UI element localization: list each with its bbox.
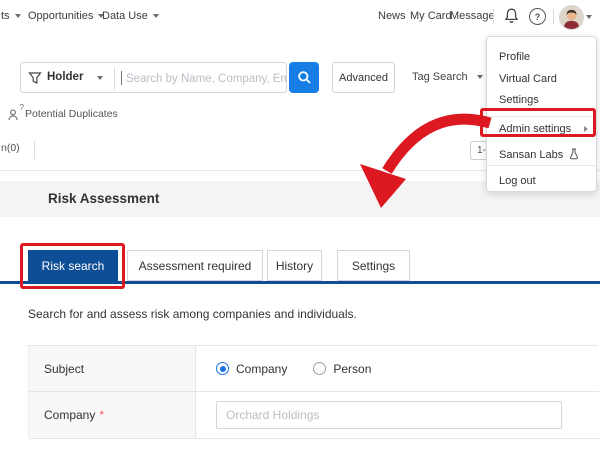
tag-search-button[interactable]: Tag Search xyxy=(412,71,483,83)
divider xyxy=(493,9,494,24)
card-search-box: Holder xyxy=(20,62,288,93)
help-glyph: ? xyxy=(534,11,541,22)
admin-settings-highlight-box xyxy=(480,108,596,137)
nav-item-label: Opportunities xyxy=(28,10,94,22)
form-row-company: Company * xyxy=(29,392,599,439)
company-label: Company * xyxy=(29,392,196,438)
menu-item-log-out[interactable]: Log out xyxy=(499,175,536,187)
tab-label: Assessment required xyxy=(138,258,252,273)
nav-item-my-card[interactable]: My Card xyxy=(410,10,452,22)
notifications-bell-icon[interactable] xyxy=(503,7,520,30)
nav-item-label: News xyxy=(378,10,406,22)
list-tab-label: n(0) xyxy=(1,142,20,154)
tab-history[interactable]: History xyxy=(267,250,322,281)
tab-label: Settings xyxy=(351,258,396,273)
menu-item-sansan-labs[interactable]: Sansan Labs xyxy=(499,148,579,161)
subject-label: Subject xyxy=(29,346,196,391)
pagination-text: 1- xyxy=(477,145,486,156)
chevron-down-icon xyxy=(476,75,483,80)
flask-icon xyxy=(570,148,579,160)
question-glyph: ? xyxy=(19,103,24,112)
radio-person-label[interactable]: Person xyxy=(333,362,371,376)
form-row-subject: Subject Company Person xyxy=(29,346,599,392)
potential-duplicates-link[interactable]: ? Potential Duplicates xyxy=(8,103,118,121)
required-asterisk: * xyxy=(99,408,105,422)
chevron-down-icon[interactable] xyxy=(97,76,103,80)
nav-item-label: Message xyxy=(450,10,495,22)
menu-item-label: Profile xyxy=(499,51,531,63)
menu-divider xyxy=(487,165,598,166)
text-cursor xyxy=(121,71,122,85)
nav-item-message[interactable]: Message xyxy=(450,10,495,22)
menu-item-label: Settings xyxy=(499,94,539,106)
menu-item-label: Log out xyxy=(499,175,536,187)
search-button[interactable] xyxy=(289,62,319,93)
radio-person[interactable] xyxy=(313,362,327,375)
page-description: Search for and assess risk among compani… xyxy=(28,307,357,321)
tag-search-label: Tag Search xyxy=(412,71,468,83)
avatar[interactable] xyxy=(559,5,584,30)
holder-filter-label[interactable]: Holder xyxy=(47,71,83,83)
divider xyxy=(114,67,115,90)
radio-company[interactable] xyxy=(216,362,229,375)
chevron-down-icon xyxy=(14,14,21,19)
radio-company-label[interactable]: Company xyxy=(236,362,287,376)
divider xyxy=(553,9,554,24)
nav-item-label: My Card xyxy=(410,10,452,22)
risk-search-form: Subject Company Person Company * xyxy=(28,345,599,439)
help-icon[interactable]: ? xyxy=(529,8,546,25)
company-name-input[interactable] xyxy=(216,401,562,429)
nav-item-opportunities[interactable]: Opportunities xyxy=(28,10,105,22)
menu-item-label: Virtual Card xyxy=(499,73,557,85)
top-nav: ts Opportunities Data Use News My Card M… xyxy=(0,0,600,33)
company-label-text: Company xyxy=(44,408,96,422)
tab-settings[interactable]: Settings xyxy=(337,250,410,281)
menu-item-virtual-card[interactable]: Virtual Card xyxy=(499,73,557,85)
search-icon xyxy=(297,71,311,84)
advanced-label: Advanced xyxy=(339,71,388,84)
chevron-down-icon xyxy=(152,14,159,19)
tab-assessment-required[interactable]: Assessment required xyxy=(127,250,263,281)
advanced-search-button[interactable]: Advanced xyxy=(332,62,395,93)
menu-item-settings[interactable]: Settings xyxy=(499,94,539,106)
nav-item-news[interactable]: News xyxy=(378,10,406,22)
potential-duplicates-icon: ? xyxy=(8,103,24,121)
menu-item-profile[interactable]: Profile xyxy=(499,51,530,63)
nav-item-label: Data Use xyxy=(102,10,148,22)
potential-duplicates-label: Potential Duplicates xyxy=(25,107,118,120)
list-tab-cutoff[interactable]: n(0) xyxy=(1,142,20,154)
page-title: Risk Assessment xyxy=(48,191,160,206)
nav-item-label: ts xyxy=(1,10,10,22)
search-input[interactable] xyxy=(124,64,288,93)
filter-funnel-icon xyxy=(28,72,42,84)
chevron-down-icon[interactable] xyxy=(586,15,592,19)
tab-label: History xyxy=(275,258,314,273)
nav-item-ts[interactable]: ts xyxy=(1,10,21,22)
risk-search-tab-highlight-box xyxy=(20,243,125,289)
divider xyxy=(34,141,35,159)
menu-item-label: Sansan Labs xyxy=(499,149,564,161)
nav-item-data-use[interactable]: Data Use xyxy=(102,10,159,22)
